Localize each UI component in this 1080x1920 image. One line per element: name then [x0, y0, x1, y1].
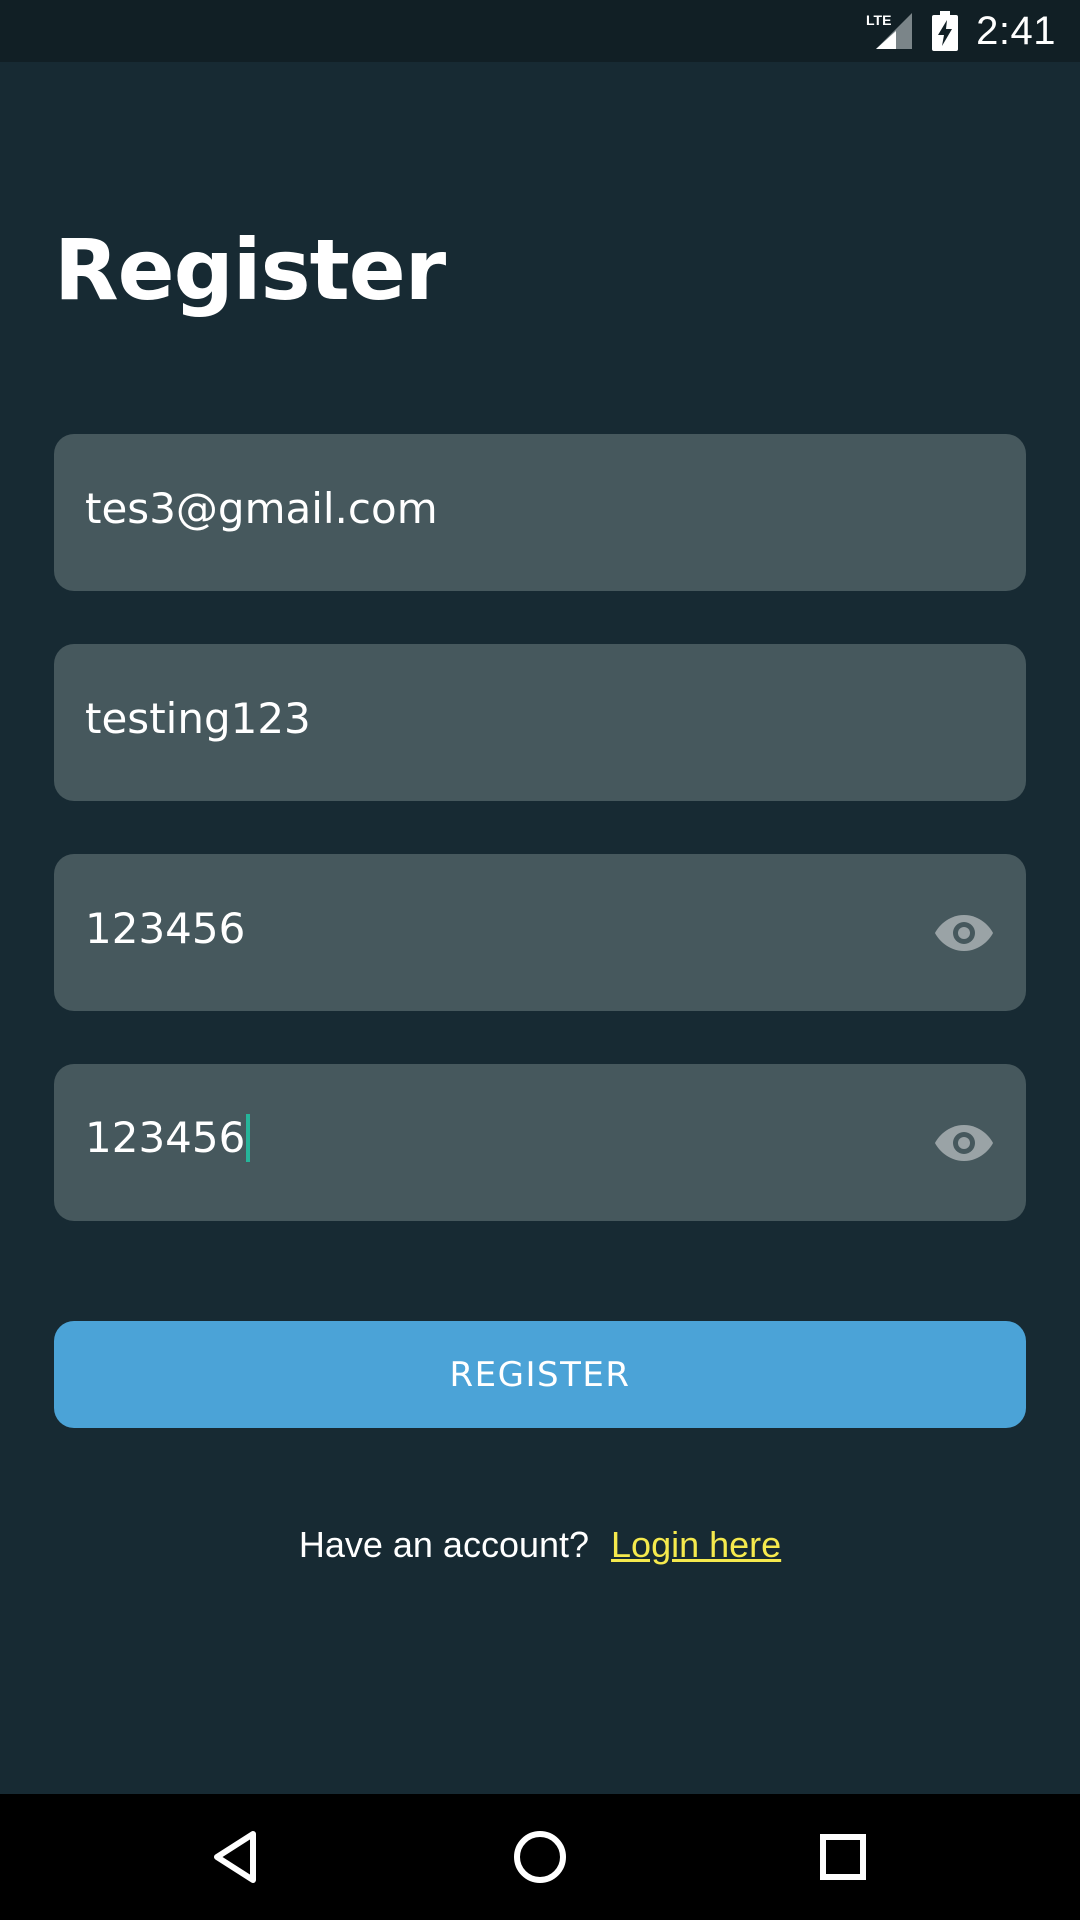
- email-value: tes3@gmail.com: [85, 484, 438, 533]
- page-title: Register: [54, 221, 446, 319]
- confirm-password-value: 123456: [85, 1113, 251, 1165]
- status-bar: LTE 2:41: [0, 0, 1080, 62]
- svg-text:LTE: LTE: [866, 12, 891, 28]
- email-field[interactable]: tes3@gmail.com: [54, 434, 1026, 591]
- back-icon[interactable]: [203, 1824, 269, 1890]
- text-cursor: [246, 1114, 251, 1163]
- lte-signal-icon: LTE: [866, 12, 913, 49]
- password-value: 123456: [85, 904, 246, 953]
- status-time: 2:41: [976, 8, 1056, 53]
- eye-icon[interactable]: [934, 913, 994, 953]
- navigation-bar: [0, 1794, 1080, 1920]
- recents-icon[interactable]: [810, 1824, 876, 1890]
- confirm-password-field[interactable]: 123456: [54, 1064, 1026, 1221]
- login-prompt: Have an account? Login here: [0, 1524, 1080, 1566]
- battery-charging-icon: [932, 11, 959, 51]
- register-button[interactable]: REGISTER: [54, 1321, 1026, 1428]
- password-field[interactable]: 123456: [54, 854, 1026, 1011]
- home-icon[interactable]: [507, 1824, 573, 1890]
- username-field[interactable]: testing123: [54, 644, 1026, 801]
- username-value: testing123: [85, 694, 311, 743]
- have-account-text: Have an account?: [298, 1524, 590, 1565]
- eye-icon[interactable]: [934, 1123, 994, 1163]
- login-link[interactable]: Login here: [611, 1524, 781, 1566]
